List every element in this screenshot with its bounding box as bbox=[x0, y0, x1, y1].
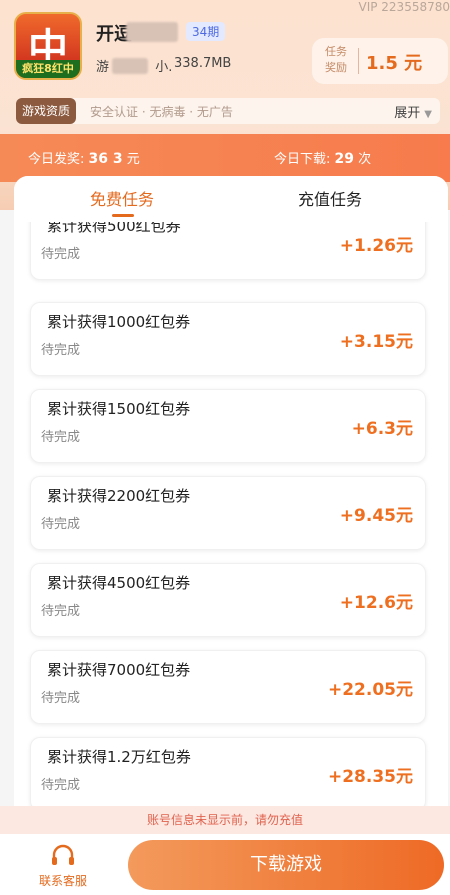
app-icon-badge: 疯狂8红中 bbox=[16, 60, 80, 78]
task-item[interactable]: 累计获得1500红包券 待完成 +6.3元 bbox=[30, 389, 426, 463]
task-title: 累计获得7000红包券 bbox=[47, 661, 191, 679]
task-reward-box: 任务奖励 1.5 元 bbox=[312, 38, 448, 84]
tab-free-tasks[interactable]: 免费任务 bbox=[90, 186, 154, 210]
task-title: 累计获得1500红包券 bbox=[47, 400, 191, 418]
service-label: 联系客服 bbox=[38, 874, 87, 888]
task-title: 累计获得2200红包券 bbox=[47, 487, 191, 505]
today-download-value: 29 bbox=[334, 151, 355, 167]
tab-pay-tasks[interactable]: 充值任务 bbox=[298, 186, 362, 210]
today-download-unit: 次 bbox=[358, 152, 372, 167]
expand-button[interactable]: 展开 ▼ bbox=[394, 102, 432, 121]
headset-icon bbox=[52, 844, 74, 865]
bottom-bar: 联系客服 下载游戏 bbox=[0, 834, 450, 895]
task-item[interactable]: 累计获得7000红包券 待完成 +22.05元 bbox=[30, 650, 426, 724]
task-reward: +1.26元 bbox=[339, 236, 413, 256]
task-status: 待完成 bbox=[41, 430, 81, 445]
stats-bar: 今日发奖: 36 3 元 今日下载: 29 次 bbox=[0, 134, 450, 182]
today-download: 今日下载: 29 次 bbox=[274, 148, 371, 167]
task-reward: +22.05元 bbox=[327, 680, 413, 700]
reward-label: 任务奖励 bbox=[325, 45, 347, 74]
redacted-subtitle-blur bbox=[112, 58, 148, 74]
caret-down-icon: ▼ bbox=[424, 109, 432, 120]
task-item[interactable]: 累计获得2200红包券 待完成 +9.45元 bbox=[30, 476, 426, 550]
task-item[interactable]: 累计获得4500红包券 待完成 +12.6元 bbox=[30, 563, 426, 637]
reward-divider bbox=[358, 48, 359, 74]
task-reward: +28.35元 bbox=[327, 767, 413, 787]
task-reward: +9.45元 bbox=[339, 506, 413, 526]
expand-label: 展开 bbox=[394, 106, 421, 121]
task-tabs: 免费任务 充值任务 bbox=[14, 176, 448, 222]
customer-service-button[interactable]: 联系客服 bbox=[30, 844, 96, 889]
task-title: 累计获得4500红包券 bbox=[47, 574, 191, 592]
quality-items: 安全认证 · 无病毒 · 无广告 bbox=[90, 105, 233, 119]
task-status: 待完成 bbox=[41, 247, 81, 262]
redacted-title-blur bbox=[126, 22, 178, 42]
task-reward: +6.3元 bbox=[351, 419, 413, 439]
app-subtitle-prefix: 游 bbox=[96, 60, 110, 75]
app-subtitle-suffix: 小. bbox=[155, 60, 173, 75]
app-icon: 中 疯狂8红中 bbox=[14, 12, 82, 80]
task-item[interactable]: 累计获得1000红包券 待完成 +3.15元 bbox=[30, 302, 426, 376]
task-status: 待完成 bbox=[41, 604, 81, 619]
today-payout: 今日发奖: 36 3 元 bbox=[28, 148, 140, 167]
task-reward: +3.15元 bbox=[339, 332, 413, 352]
task-item[interactable]: 累计获得1.2万红包券 待完成 +28.35元 bbox=[30, 737, 426, 811]
today-payout-unit: 元 bbox=[126, 152, 140, 167]
task-reward: +12.6元 bbox=[339, 593, 413, 613]
app-size: 338.7MB bbox=[174, 56, 232, 71]
task-status: 待完成 bbox=[41, 517, 81, 532]
task-title: 累计获得1000红包券 bbox=[47, 313, 191, 331]
active-tab-indicator bbox=[112, 214, 134, 217]
quality-bar: 游戏资质 安全认证 · 无病毒 · 无广告 展开 ▼ bbox=[16, 98, 440, 124]
task-status: 待完成 bbox=[41, 691, 81, 706]
task-status: 待完成 bbox=[41, 343, 81, 358]
quality-tag: 游戏资质 bbox=[16, 98, 77, 124]
task-status: 待完成 bbox=[41, 778, 81, 793]
today-download-label: 今日下载: bbox=[274, 152, 331, 167]
reward-value: 1.5 元 bbox=[366, 53, 423, 74]
task-title: 累计获得1.2万红包券 bbox=[47, 748, 191, 766]
task-panel: 免费任务 充值任务 累计获得500红包券 待完成 +1.26元 累计获得1000… bbox=[14, 176, 448, 816]
download-game-button[interactable]: 下载游戏 bbox=[128, 840, 444, 890]
vip-id: VIP 223558780 bbox=[358, 0, 450, 14]
issue-badge: 34期 bbox=[186, 22, 226, 41]
today-payout-label: 今日发奖: bbox=[28, 152, 85, 167]
recharge-warning: 账号信息未显示前，请勿充值 bbox=[0, 806, 450, 834]
today-payout-value: 36 3 bbox=[88, 151, 123, 167]
